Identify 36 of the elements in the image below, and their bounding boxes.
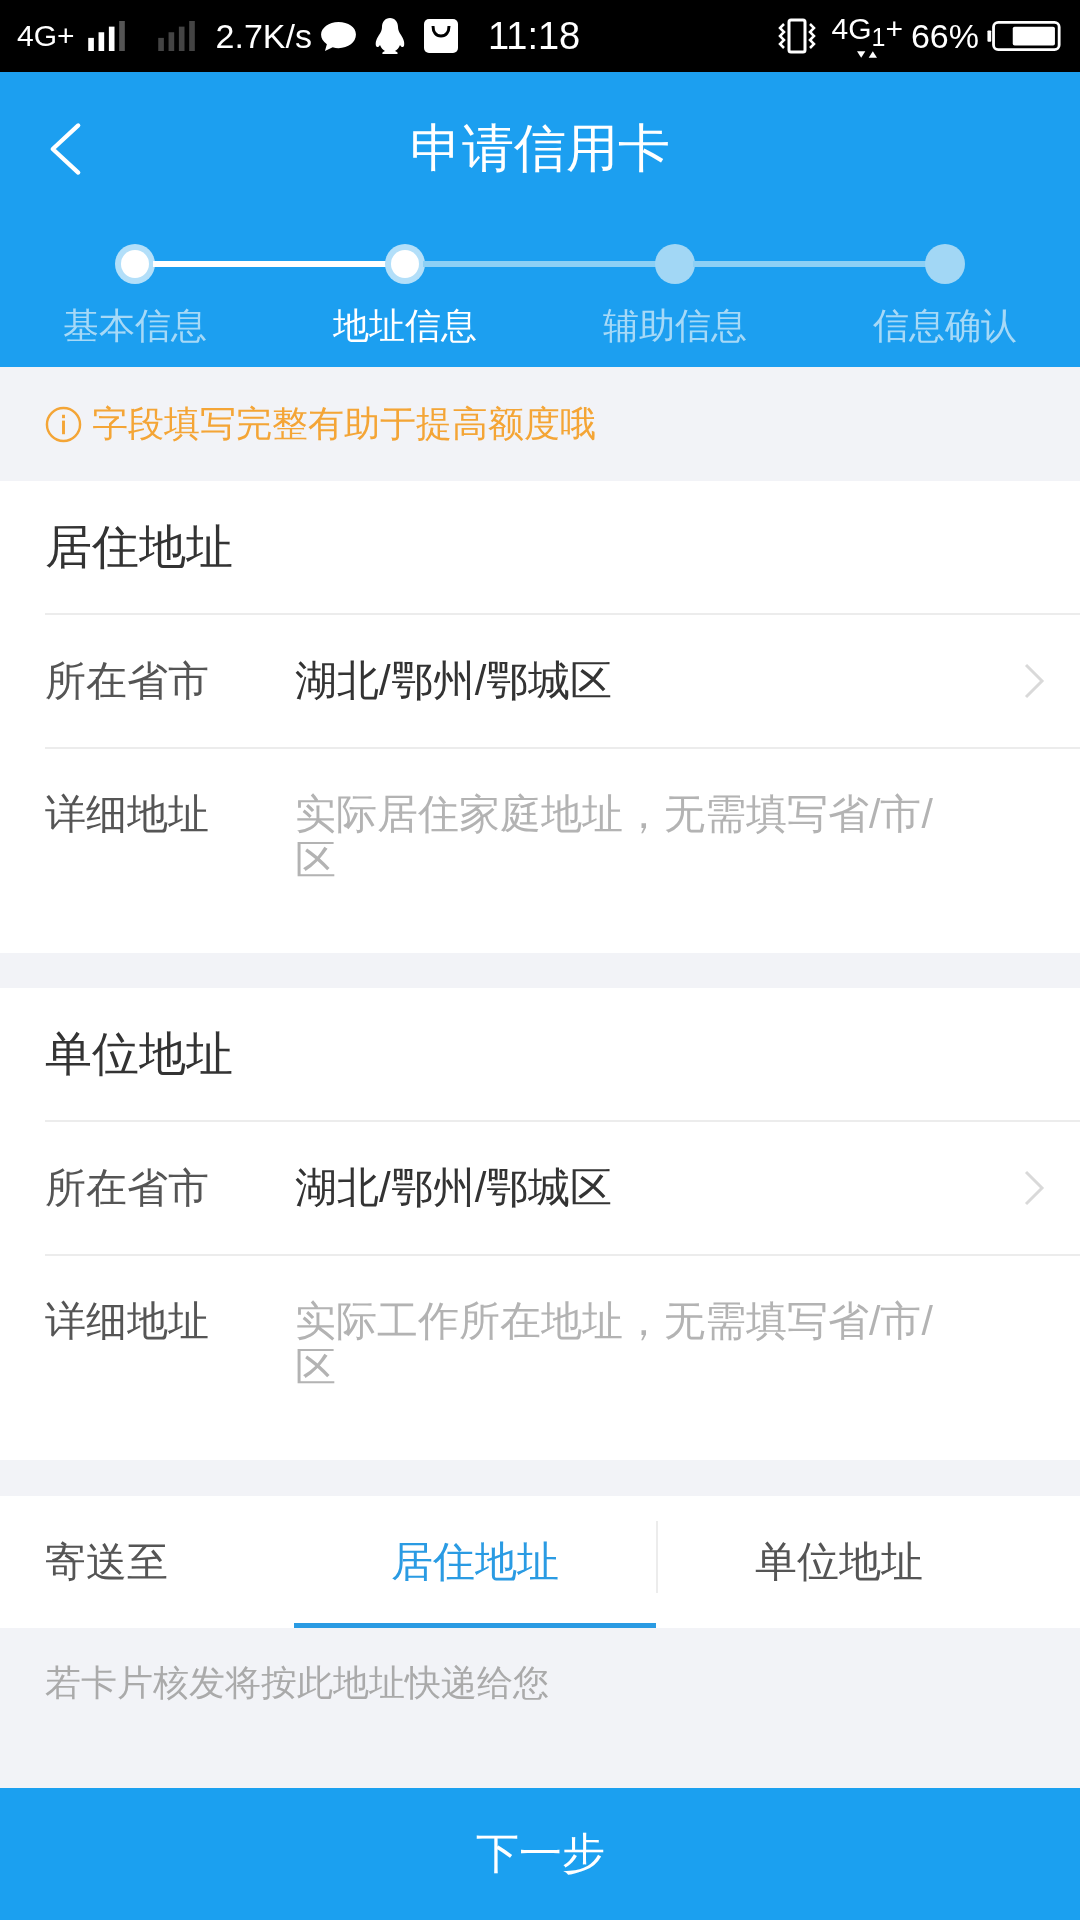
page-title: 申请信用卡 [410, 118, 670, 179]
penguin-icon [374, 18, 405, 54]
step-label: 辅助信息 [603, 304, 747, 348]
network-type: 4G+ [17, 19, 75, 53]
shopping-bag-icon [423, 19, 458, 53]
info-icon [45, 405, 82, 443]
field-label: 详细地址 [45, 791, 210, 837]
battery-icon [985, 21, 1063, 51]
field-label: 所在省市 [45, 1165, 210, 1211]
vibrate-icon [777, 16, 818, 56]
signal-bars-icon [156, 21, 197, 51]
delivery-note: 若卡片核发将按此地址快递给您 [45, 1662, 549, 1703]
step-label: 基本信息 [63, 304, 207, 348]
network-speed: 2.7K/s [215, 16, 312, 56]
address-tab[interactable]: 单位地址 [658, 1496, 1020, 1628]
delivery-label: 寄送至 [45, 1537, 169, 1587]
notice-text: 字段填写完整有助于提高额度哦 [92, 401, 596, 446]
chevron-left-icon [48, 122, 82, 176]
address-input[interactable]: 实际工作所在地址，无需填写省/市/区 [295, 1298, 965, 1390]
step-label: 信息确认 [873, 304, 1017, 348]
chat-bubble-icon [319, 20, 357, 52]
region-select[interactable]: 湖北/鄂州/鄂城区 [295, 641, 1080, 721]
field-label: 所在省市 [45, 658, 210, 704]
step-label: 地址信息 [333, 304, 477, 348]
field-label: 详细地址 [45, 1298, 210, 1344]
address-input[interactable]: 实际居住家庭地址，无需填写省/市/区 [295, 791, 965, 883]
chevron-right-icon [1023, 662, 1045, 700]
status-time: 11:18 [487, 14, 581, 58]
chevron-right-icon [1023, 1169, 1045, 1207]
section-title: 居住地址 [45, 518, 233, 575]
battery-percent: 66% [910, 16, 979, 56]
data-arrows-icon [857, 49, 878, 59]
region-select[interactable]: 湖北/鄂州/鄂城区 [295, 1148, 1080, 1228]
section-title: 单位地址 [45, 1025, 233, 1082]
network-type: 4G$_{1}$+ [831, 13, 903, 52]
signal-bars-icon [86, 21, 127, 51]
